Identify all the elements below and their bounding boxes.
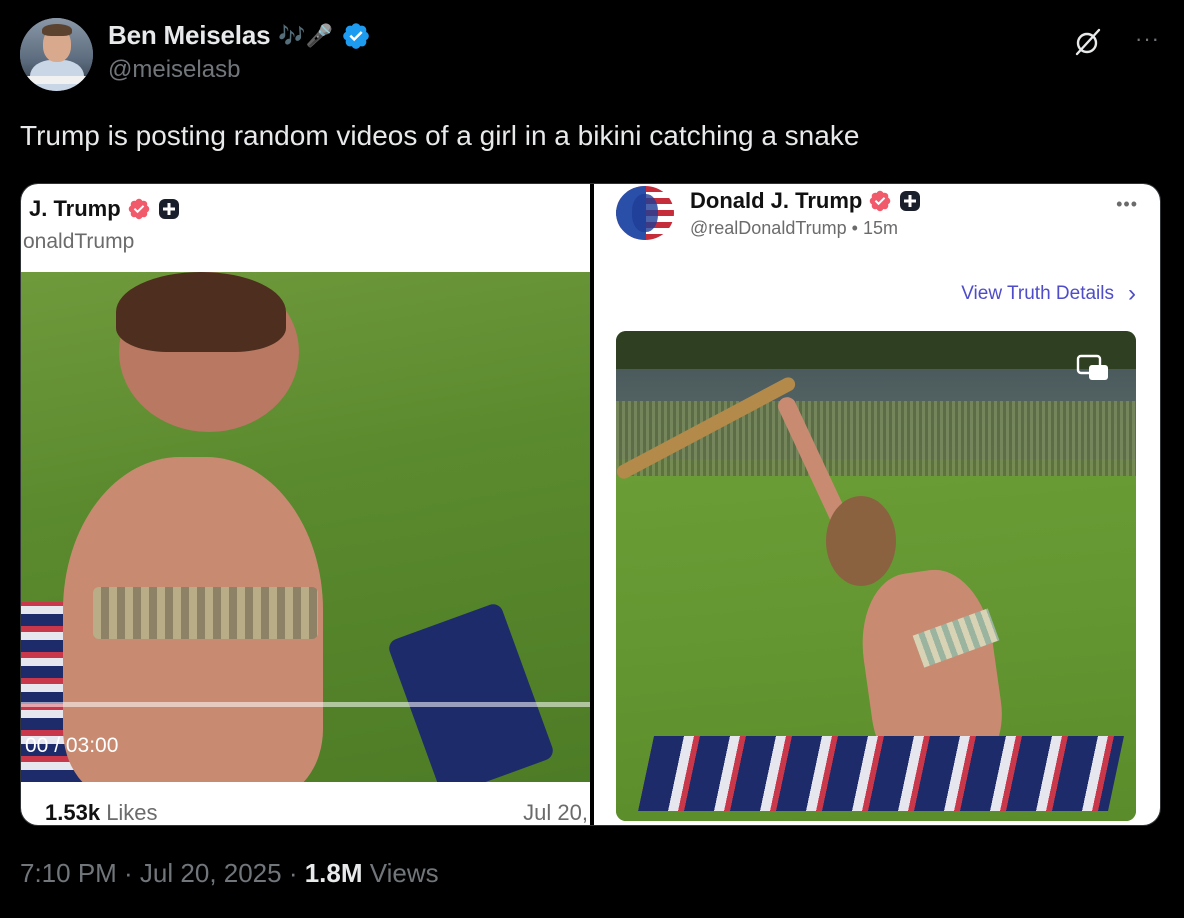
avatar [616, 186, 674, 240]
verified-badge-icon [128, 198, 149, 220]
view-truth-details-label: View Truth Details [961, 283, 1114, 304]
views-label: Views [362, 858, 439, 888]
person-hair [116, 272, 286, 352]
video-progress-bar[interactable] [21, 702, 590, 707]
right-video-player[interactable] [616, 331, 1136, 821]
plus-badge-icon [158, 199, 179, 219]
left-likes: 1.53k Likes [45, 800, 158, 825]
likes-label: Likes [106, 800, 158, 825]
picture-in-picture-icon[interactable] [1076, 353, 1110, 383]
left-video-player[interactable]: 00 / 03:00 [21, 272, 590, 782]
chevron-right-icon: › [1128, 280, 1136, 307]
left-author-name: J. Trump [29, 196, 121, 221]
avatar[interactable] [20, 18, 93, 91]
left-post-date: Jul 20, [523, 800, 588, 825]
towel [386, 601, 556, 782]
left-post-author: J. Trump [29, 196, 181, 222]
verified-badge-icon[interactable] [341, 21, 371, 51]
right-author-handle: @realDonaldTrump • 15m [690, 218, 898, 238]
grok-icon[interactable] [1072, 26, 1104, 58]
author-handle[interactable]: @meiselasb [108, 56, 240, 84]
media-right-screenshot[interactable]: Donald J. Trump @realDonaldTrump • 15m •… [594, 184, 1160, 825]
view-truth-details-link: View Truth Details › [961, 280, 1136, 308]
music-microphone-emoji-icon: 🎶🎤 [278, 22, 334, 48]
verified-badge-icon [870, 190, 891, 212]
tweet-meta: 7:10 PM · Jul 20, 2025 · 1.8M Views [20, 858, 439, 889]
tweet-header: Ben Meiselas 🎶🎤 @meiselasb ··· [20, 18, 1160, 94]
treeline [616, 331, 1136, 371]
towel [638, 736, 1124, 811]
tweet-text: Trump is posting random videos of a girl… [20, 120, 860, 151]
likes-count: 1.53k [45, 800, 101, 825]
author-display-name[interactable]: Ben Meiselas [108, 20, 271, 51]
bikini-top [93, 587, 318, 639]
more-options-icon[interactable]: ··· [1135, 26, 1160, 52]
left-author-handle: onaldTrump [23, 230, 135, 253]
timestamp[interactable]: 7:10 PM · Jul 20, 2025 · [20, 858, 305, 888]
views-count: 1.8M [304, 858, 363, 888]
right-post-author: Donald J. Trump [690, 188, 922, 214]
right-author-name: Donald J. Trump [690, 188, 863, 213]
video-time: 00 / 03:00 [25, 734, 119, 757]
plus-badge-icon [900, 191, 921, 211]
tweet-media[interactable]: J. Trump onaldTrump 00 / 03:00 1.53k Lik… [20, 183, 1161, 826]
author-name-row[interactable]: Ben Meiselas 🎶🎤 [108, 20, 371, 51]
media-left-screenshot[interactable]: J. Trump onaldTrump 00 / 03:00 1.53k Lik… [21, 184, 590, 825]
more-options-icon: ••• [1116, 194, 1138, 214]
person-hair [826, 496, 896, 586]
